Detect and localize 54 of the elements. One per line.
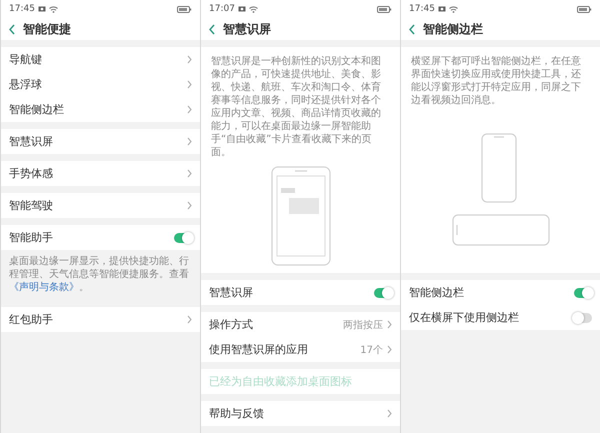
image-icon xyxy=(438,6,446,12)
chevron-icon xyxy=(187,80,192,89)
description-text: 桌面最边缘一屏显示，提供快捷功能、行程管理、天气信息等智能便捷服务。查看 《声明与条款》。 xyxy=(1,250,200,300)
row-label: 智能侧边栏 xyxy=(409,285,465,300)
settings-row[interactable]: 智能侧边栏 xyxy=(1,97,200,122)
page-title: 智慧识屏 xyxy=(223,20,271,38)
status-time: 17:07 xyxy=(209,4,235,14)
row-label: 智能助手 xyxy=(9,230,54,245)
settings-row[interactable]: 手势体感 xyxy=(1,161,200,186)
row-value: 17个 xyxy=(360,344,383,356)
chevron-icon xyxy=(187,55,192,64)
chevron-icon xyxy=(187,169,192,178)
image-icon xyxy=(38,6,46,12)
terms-link[interactable]: 《声明与条款》 xyxy=(9,282,79,293)
settings-row[interactable]: 悬浮球 xyxy=(1,72,200,97)
disabled-action: 已经为自由收藏添加桌面图标 xyxy=(208,374,353,390)
settings-row[interactable]: 使用智慧识屏的应用 17个 xyxy=(201,337,400,362)
toggle-switch[interactable] xyxy=(574,288,592,298)
page-title: 智能侧边栏 xyxy=(423,20,483,38)
description-text: 横竖屏下都可呼出智能侧边栏，在任意界面快速切换应用或使用快捷工具，还能以浮窗形式打开特定应用，同屏之下边看视频边回消息。 xyxy=(411,55,582,107)
image-icon xyxy=(238,6,246,12)
chevron-icon xyxy=(187,137,192,146)
battery-icon xyxy=(177,6,192,12)
status-time: 17:45 xyxy=(409,4,435,14)
wifi-icon xyxy=(248,6,258,12)
chevron-icon xyxy=(187,105,192,114)
settings-row[interactable]: 操作方式 两指按压 xyxy=(201,312,400,337)
battery-icon xyxy=(577,6,592,12)
back-icon[interactable] xyxy=(9,24,15,34)
status-time: 17:45 xyxy=(9,4,35,14)
chevron-icon xyxy=(387,320,392,329)
row-label: 仅在横屏下使用侧边栏 xyxy=(409,310,520,325)
settings-row[interactable]: 智能驾驶 xyxy=(1,193,200,218)
back-icon[interactable] xyxy=(209,24,215,34)
chevron-icon xyxy=(387,409,392,418)
battery-icon xyxy=(377,6,392,12)
toggle-switch[interactable] xyxy=(374,288,392,298)
wifi-icon xyxy=(48,6,58,12)
back-icon[interactable] xyxy=(409,24,415,34)
row-label: 智慧识屏 xyxy=(209,285,254,300)
chevron-icon xyxy=(387,345,392,354)
toggle-switch[interactable] xyxy=(174,232,192,242)
settings-row[interactable]: 红包助手 xyxy=(1,307,200,332)
chevron-icon xyxy=(187,201,192,210)
settings-row[interactable]: 智慧识屏 xyxy=(1,129,200,154)
page-title: 智能便捷 xyxy=(23,20,71,38)
toggle-switch[interactable] xyxy=(574,312,592,322)
settings-row[interactable]: 帮助与反馈 xyxy=(201,401,400,426)
chevron-icon xyxy=(187,315,192,324)
wifi-icon xyxy=(448,6,458,12)
phone-portrait-drawing xyxy=(481,134,516,202)
row-value: 两指按压 xyxy=(343,318,383,332)
description-text: 智慧识屏是一种创新性的识别文本和图像的产品，可快速提供地址、美食、影视、快递、航班、车次和淘口令、体育赛事等信息服务，同时还提供针对各个应用内文章、视频、商品详情页收藏的能力，可以在桌面最边缘一屏智能助手“自由收藏”卡片查看收藏下来的页面。 xyxy=(211,55,382,159)
settings-row[interactable]: 导航键 xyxy=(1,47,200,72)
